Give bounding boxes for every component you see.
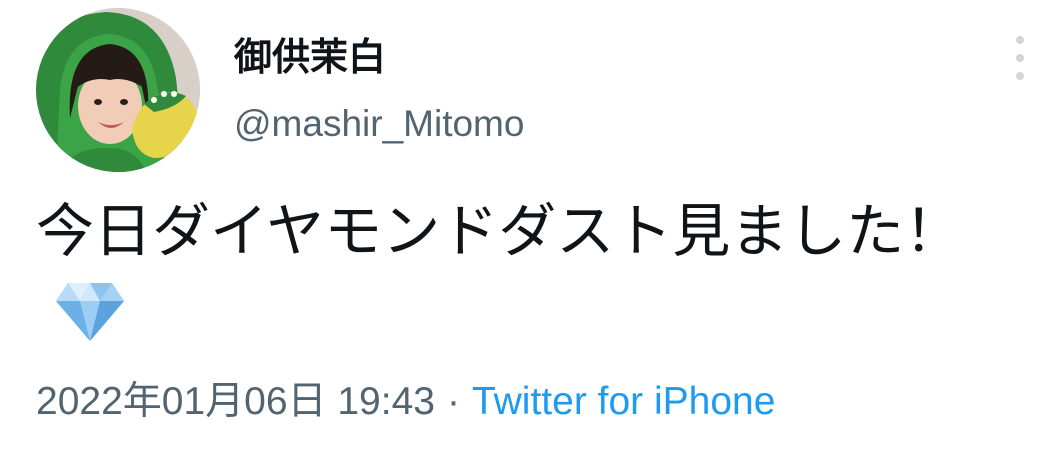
more-dot — [1016, 54, 1024, 62]
tweet-timestamp[interactable]: 2022年01月06日 19:43 — [36, 380, 435, 423]
more-dot — [1016, 36, 1024, 44]
meta-separator: · — [446, 380, 460, 423]
gem-icon — [54, 281, 126, 362]
user-handle[interactable]: @mashir_Mitomo — [234, 101, 524, 147]
display-name[interactable]: 御供茉白 — [234, 32, 386, 82]
more-options-icon[interactable] — [1006, 36, 1034, 80]
tweet-body: 今日ダイヤモンドダスト見ました！ — [36, 197, 963, 265]
tweet-text: 今日ダイヤモンドダスト見ました！ — [36, 192, 996, 362]
tweet-meta: 2022年01月06日 19:43 · Twitter for iPhone — [36, 378, 775, 426]
tweet-source-link[interactable]: Twitter for iPhone — [472, 380, 775, 423]
more-dot — [1016, 72, 1024, 80]
avatar[interactable] — [36, 8, 200, 172]
